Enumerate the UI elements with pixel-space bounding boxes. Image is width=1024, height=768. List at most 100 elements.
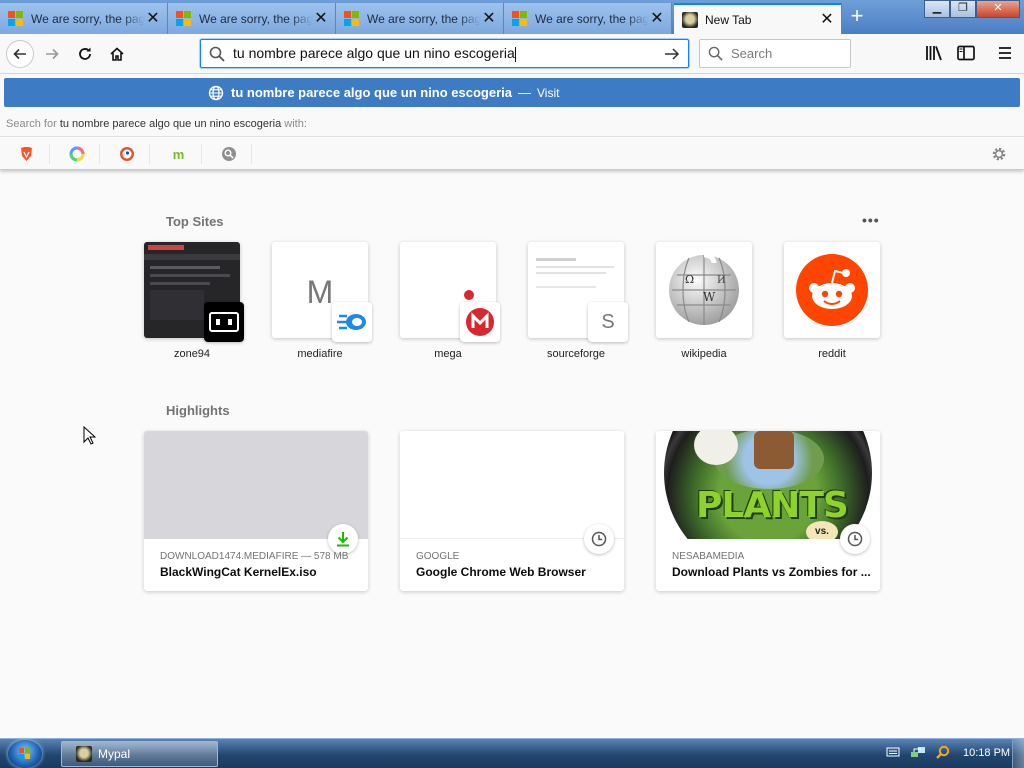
site-thumbnail <box>784 242 880 338</box>
highlight-source: GOOGLE <box>416 551 460 562</box>
keyboard-icon[interactable] <box>886 746 900 758</box>
back-arrow-icon <box>13 48 26 60</box>
tab-strip: We are sorry, the page you requested can… <box>0 0 1024 34</box>
autocomplete-visit-row[interactable]: tu nombre parece algo que un nino escoge… <box>4 78 1020 107</box>
tab-title: We are sorry, the page you requested can… <box>31 11 145 26</box>
url-bar[interactable]: tu nombre parece algo que un nino escoge… <box>200 39 689 68</box>
tab-new-tab[interactable]: New Tab ✕ <box>674 3 842 34</box>
go-arrow-icon[interactable] <box>664 46 680 62</box>
one-off-search-engines: m <box>0 136 1024 170</box>
history-badge <box>584 524 614 554</box>
reload-button[interactable] <box>71 40 99 68</box>
mypal-icon <box>682 11 698 28</box>
microsoft-icon <box>344 10 360 27</box>
search-tray-icon[interactable] <box>936 745 950 759</box>
start-button[interactable] <box>8 740 42 768</box>
search-for-query: tu nombre parece algo que un nino escoge… <box>59 118 282 130</box>
close-window-button[interactable]: ✕ <box>976 0 1020 18</box>
highlight-card[interactable]: DOWNLOAD1474.MEDIAFIRE — 578 MB BlackWin… <box>144 431 368 591</box>
gear-icon <box>992 147 1006 161</box>
highlight-thumbnail <box>400 431 624 539</box>
home-button[interactable] <box>103 40 131 68</box>
sidebar-button[interactable] <box>955 42 977 64</box>
search-icon <box>209 46 225 62</box>
windows-taskbar: Mypal 10:18 PM <box>0 738 1024 768</box>
sidebar-icon <box>957 45 975 61</box>
top-site-label: mediafire <box>297 348 343 360</box>
autocomplete-action: Visit <box>537 85 560 100</box>
top-site-reddit[interactable]: reddit <box>784 242 880 360</box>
site-thumbnail: M <box>272 242 372 342</box>
engine-brave[interactable] <box>4 144 50 164</box>
tab-3[interactable]: We are sorry, the page you requested can… <box>336 3 504 34</box>
tab-2[interactable]: We are sorry, the page you requested can… <box>168 3 336 34</box>
wikipedia-globe-icon: Ω W И <box>669 253 739 325</box>
taskbar-clock[interactable]: 10:18 PM <box>963 747 1010 759</box>
maximize-button[interactable]: ❐ <box>950 0 976 18</box>
qwant-icon <box>69 146 84 162</box>
tab-title: We are sorry, the page you requested can… <box>535 11 649 26</box>
close-tab-icon[interactable]: ✕ <box>145 10 161 27</box>
microsoft-icon <box>512 10 528 27</box>
url-input[interactable]: tu nombre parece algo que un nino escoge… <box>233 45 664 62</box>
taskbar-item-label: Mypal <box>98 747 131 761</box>
highlight-title: Download Plants vs Zombies for ... <box>672 565 871 579</box>
tab-title: New Tab <box>705 12 752 27</box>
engine-other[interactable] <box>206 144 252 164</box>
plants-vs-zombies-artwork: PLANTS vs. <box>664 431 872 539</box>
history-badge <box>840 524 870 554</box>
reload-icon <box>79 47 91 60</box>
microsoft-icon <box>176 10 192 27</box>
top-site-mediafire[interactable]: M mediafire <box>272 242 372 360</box>
show-desktop-button[interactable] <box>1012 739 1024 768</box>
highlight-source: DOWNLOAD1474.MEDIAFIRE — 578 MB <box>160 551 349 562</box>
system-tray <box>886 745 950 759</box>
minimize-button[interactable]: ▁ <box>924 0 950 18</box>
close-tab-icon[interactable]: ✕ <box>481 10 497 27</box>
mypal-icon <box>76 746 92 762</box>
top-sites-heading: Top Sites <box>166 214 224 229</box>
top-site-sourceforge[interactable]: S sourceforge <box>528 242 628 360</box>
autocomplete-separator: — <box>518 85 531 100</box>
close-tab-icon[interactable]: ✕ <box>819 11 835 28</box>
search-settings-button[interactable] <box>990 145 1008 163</box>
top-site-wikipedia[interactable]: Ω W И wikipedia <box>656 242 752 360</box>
tab-4[interactable]: We are sorry, the page you requested can… <box>504 3 672 34</box>
menu-button[interactable] <box>994 42 1016 64</box>
history-icon <box>591 531 607 547</box>
search-input[interactable]: Search <box>731 46 772 61</box>
close-tab-icon[interactable]: ✕ <box>649 10 665 27</box>
back-button[interactable] <box>6 40 34 68</box>
library-icon <box>926 46 942 61</box>
tab-title: We are sorry, the page you requested can… <box>367 11 481 26</box>
top-sites-menu-button[interactable]: ••• <box>862 212 880 228</box>
close-tab-icon[interactable]: ✕ <box>313 10 329 27</box>
forward-button[interactable] <box>38 40 66 68</box>
highlight-card[interactable]: GOOGLE Google Chrome Web Browser <box>400 431 624 591</box>
windows-logo-icon <box>19 748 30 759</box>
tab-title: We are sorry, the page you requested can… <box>199 11 313 26</box>
download-icon <box>337 532 349 547</box>
search-bar[interactable]: Search <box>699 39 851 68</box>
duckduckgo-icon <box>119 147 134 161</box>
taskbar-item-mypal[interactable]: Mypal <box>61 741 218 767</box>
tab-1[interactable]: We are sorry, the page you requested can… <box>0 3 168 34</box>
engine-qwant[interactable] <box>54 144 100 164</box>
site-thumbnail: Ω W И <box>656 242 752 338</box>
home-icon <box>110 47 124 61</box>
engine-mojeek[interactable]: m <box>156 144 202 164</box>
top-site-zone94[interactable]: zone94 <box>144 242 244 360</box>
library-button[interactable] <box>923 42 945 64</box>
top-site-label: reddit <box>818 348 846 360</box>
top-site-label: sourceforge <box>546 348 606 360</box>
engine-duckduckgo[interactable] <box>104 144 150 164</box>
zone94-icon <box>204 302 244 342</box>
mediafire-icon <box>332 302 372 342</box>
new-tab-button[interactable]: + <box>846 5 868 28</box>
brave-icon <box>21 147 32 161</box>
network-icon[interactable] <box>910 745 926 759</box>
download-badge <box>328 524 358 554</box>
top-site-mega[interactable]: mega <box>400 242 500 360</box>
svg-text:Ω: Ω <box>685 273 694 286</box>
highlight-card[interactable]: PLANTS vs. NESABAMEDIA Download Plants v… <box>656 431 880 591</box>
